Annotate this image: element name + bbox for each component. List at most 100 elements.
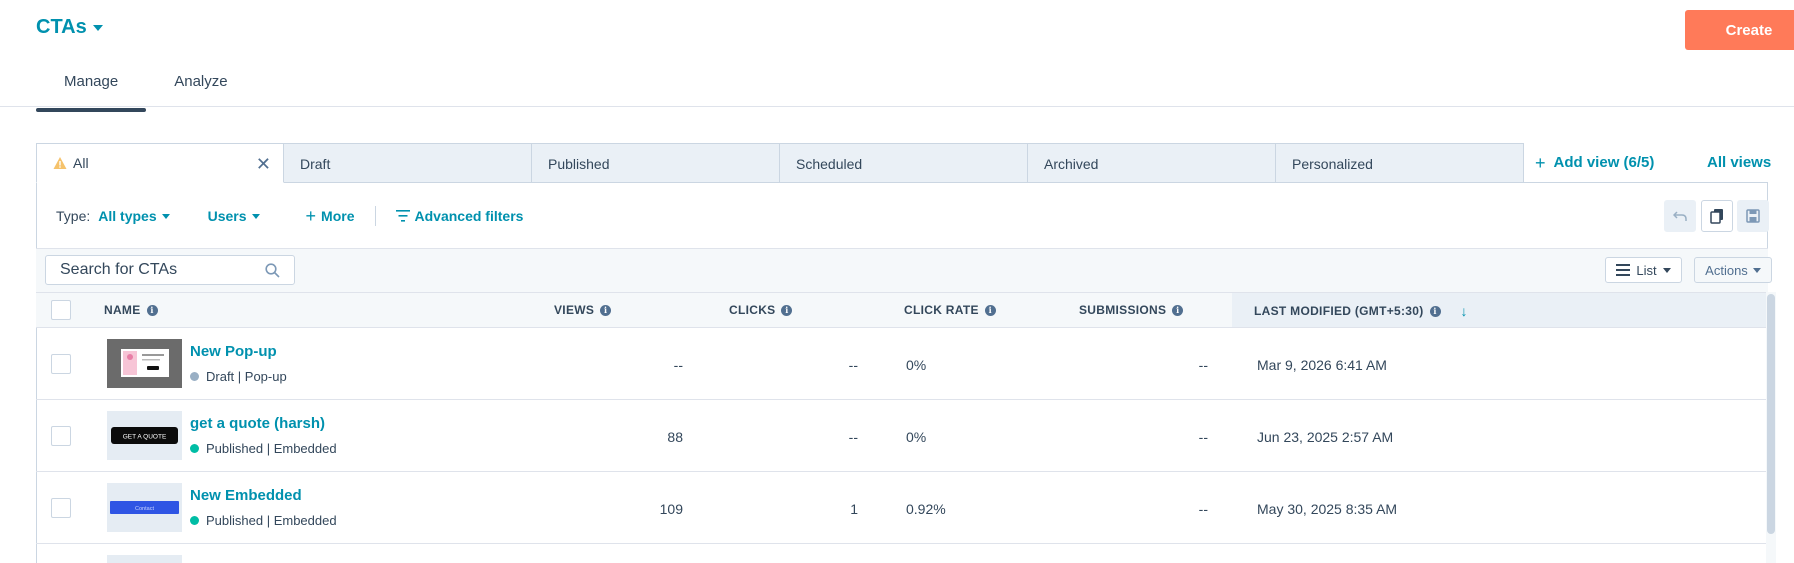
type-filter-dropdown[interactable]: All types	[98, 208, 170, 224]
table-scrollbar-thumb[interactable]	[1767, 294, 1775, 534]
column-header-clicks[interactable]: CLICKS i	[729, 303, 793, 317]
search-toolbar	[36, 248, 1768, 292]
cta-name-link[interactable]: get a quote (harsh)	[190, 415, 325, 432]
list-icon	[1616, 264, 1631, 276]
status-dot	[190, 444, 199, 453]
submissions-cell: --	[1198, 357, 1208, 373]
cta-status: Published | Embedded	[190, 513, 337, 528]
cta-thumbnail-popup[interactable]	[107, 339, 182, 388]
column-header-name[interactable]: NAME i	[104, 303, 158, 317]
search-box[interactable]	[45, 255, 295, 285]
status-text: Published | Embedded	[206, 513, 337, 528]
click-rate-cell: 0%	[906, 429, 927, 445]
click-rate-cell: 0%	[906, 357, 927, 373]
view-tab-label: All	[73, 155, 89, 171]
column-header-submissions[interactable]: SUBMISSIONS i	[1079, 303, 1184, 317]
last-modified-cell: May 30, 2025 8:35 AM	[1257, 501, 1398, 517]
column-label: CLICK RATE	[904, 303, 979, 317]
advanced-filters-button[interactable]: Advanced filters	[395, 208, 524, 224]
warning-icon	[53, 157, 67, 169]
views-cell: 88	[667, 429, 683, 445]
view-tab-personalized[interactable]: Personalized	[1276, 143, 1524, 183]
add-view-button[interactable]: + Add view (6/5)	[1535, 152, 1654, 173]
views-cell: 109	[659, 501, 683, 517]
save-view-button[interactable]	[1737, 200, 1769, 232]
more-filters-button[interactable]: + More	[305, 206, 355, 226]
type-filter-value: All types	[98, 208, 157, 224]
column-header-views[interactable]: VIEWS i	[554, 303, 612, 317]
cta-status: Draft | Pop-up	[190, 369, 287, 384]
save-icon	[1746, 209, 1760, 223]
row-checkbox[interactable]	[51, 354, 71, 374]
undo-icon	[1673, 211, 1687, 221]
column-label: NAME	[104, 303, 141, 317]
tab-manage[interactable]: Manage	[36, 73, 147, 112]
chevron-down-icon	[1662, 267, 1671, 273]
column-label: VIEWS	[554, 303, 595, 317]
plus-icon: +	[1535, 152, 1546, 173]
all-views-link[interactable]: All views	[1707, 154, 1771, 171]
tab-analyze[interactable]: Analyze	[146, 73, 255, 102]
advanced-filters-label: Advanced filters	[414, 208, 524, 224]
view-tab-scheduled[interactable]: Scheduled	[780, 143, 1028, 183]
create-button[interactable]: Create	[1685, 10, 1794, 50]
column-header-last-modified[interactable]: LAST MODIFIED (GMT+5:30) i ↓	[1254, 303, 1468, 319]
cta-thumbnail-embedded[interactable]: Contact	[107, 483, 182, 532]
status-dot	[190, 372, 199, 381]
cta-name-link[interactable]: New Pop-up	[190, 343, 277, 360]
cta-name-link[interactable]: New Embedded	[190, 487, 302, 504]
view-tab-archived[interactable]: Archived	[1028, 143, 1276, 183]
actions-dropdown[interactable]: Actions	[1694, 257, 1772, 283]
table-row	[36, 328, 1766, 400]
users-filter-dropdown[interactable]: Users	[208, 208, 260, 224]
search-icon[interactable]	[265, 262, 280, 278]
undo-button[interactable]	[1664, 200, 1696, 232]
column-label: CLICKS	[729, 303, 776, 317]
sort-descending-icon: ↓	[1460, 303, 1468, 319]
clicks-cell: --	[848, 357, 858, 373]
copy-icon	[1710, 209, 1723, 224]
main-tabs: Manage Analyze	[36, 73, 256, 112]
clone-button[interactable]	[1701, 200, 1733, 232]
column-header-click-rate[interactable]: CLICK RATE i	[904, 303, 996, 317]
table-row	[36, 472, 1766, 544]
info-icon[interactable]: i	[146, 304, 158, 316]
info-icon[interactable]: i	[984, 304, 996, 316]
view-tab-published[interactable]: Published	[532, 143, 780, 183]
cta-thumbnail-quote[interactable]: GET A QUOTE	[107, 411, 182, 460]
status-text: Published | Embedded	[206, 441, 337, 456]
view-tab-all[interactable]: All ✕	[36, 143, 284, 183]
cta-thumbnail-partial	[107, 555, 182, 563]
thumb-text: GET A QUOTE	[123, 434, 167, 441]
close-icon[interactable]: ✕	[256, 154, 271, 175]
select-all-checkbox[interactable]	[51, 300, 71, 320]
view-tab-draft[interactable]: Draft	[284, 143, 532, 183]
table-row	[36, 400, 1766, 472]
status-text: Draft | Pop-up	[206, 369, 287, 384]
clicks-cell: --	[848, 429, 858, 445]
last-modified-cell: Jun 23, 2025 2:57 AM	[1257, 429, 1394, 445]
submissions-cell: --	[1198, 429, 1208, 445]
chevron-down-icon	[161, 213, 170, 219]
filter-divider	[374, 206, 376, 226]
status-dot	[190, 516, 199, 525]
view-tabs: All ✕ Draft Published Scheduled Archived…	[36, 143, 1524, 183]
list-view-dropdown[interactable]: List	[1605, 257, 1682, 283]
type-filter-label: Type:	[56, 208, 91, 224]
search-input[interactable]	[60, 261, 250, 279]
row-checkbox[interactable]	[51, 426, 71, 446]
click-rate-cell: 0.92%	[906, 501, 946, 517]
plus-icon: +	[305, 206, 317, 226]
info-icon[interactable]: i	[781, 304, 793, 316]
info-icon[interactable]: i	[1172, 304, 1184, 316]
row-checkbox[interactable]	[51, 498, 71, 518]
header-divider	[0, 106, 1794, 107]
column-label: SUBMISSIONS	[1079, 303, 1167, 317]
page-title-dropdown[interactable]: CTAs	[36, 16, 103, 39]
filter-bar: Type: All types Users + More Advanced fi…	[56, 206, 523, 226]
page-title: CTAs	[36, 16, 87, 38]
info-icon[interactable]: i	[600, 304, 612, 316]
clicks-cell: 1	[850, 501, 858, 517]
cta-status: Published | Embedded	[190, 441, 337, 456]
info-icon[interactable]: i	[1429, 305, 1441, 317]
